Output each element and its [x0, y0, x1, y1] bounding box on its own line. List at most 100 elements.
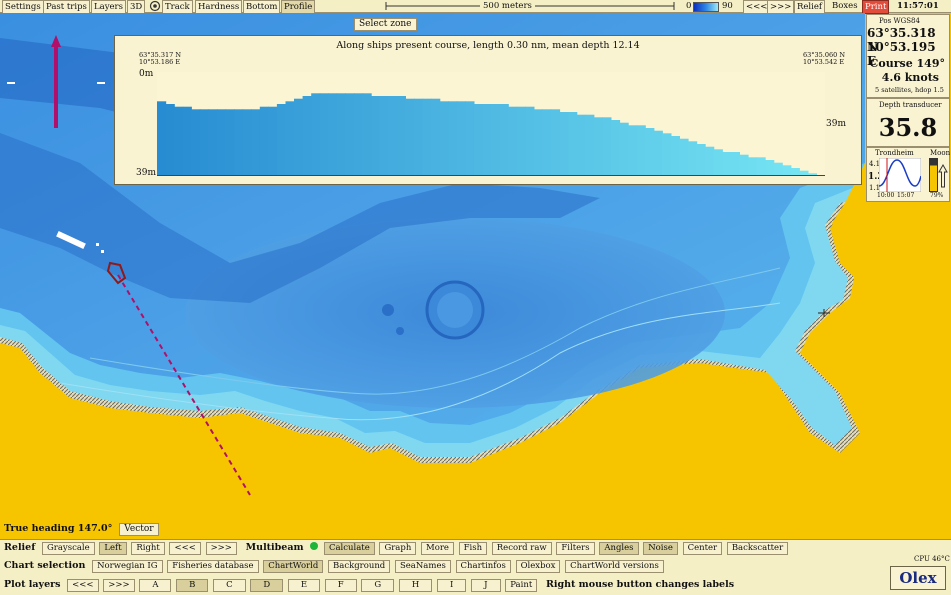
profile-depth-bar [747, 157, 758, 176]
track-icon[interactable] [147, 0, 163, 12]
chart-background[interactable]: Background [328, 560, 391, 573]
hardness-button[interactable]: Hardness [195, 0, 243, 14]
layer-b-button[interactable]: B [176, 579, 209, 592]
profile-depth-bar [319, 93, 329, 176]
chart-olexbox[interactable]: Olexbox [515, 560, 561, 573]
profile-depth-bar [782, 165, 792, 176]
noise-button[interactable]: Noise [643, 542, 678, 555]
profile-depth-bar [165, 104, 175, 176]
print-button[interactable]: Print [862, 0, 890, 14]
profile-depth-bar [362, 93, 372, 176]
relief-next-button[interactable]: >>> [205, 542, 237, 555]
vector-button[interactable]: Vector [119, 523, 159, 536]
layer-e-button[interactable]: E [287, 579, 321, 592]
depth-profile-panel: Along ships present course, length 0.30 … [114, 35, 862, 185]
layer-f-button[interactable]: F [324, 579, 357, 592]
scale-label: 500 meters [480, 0, 535, 12]
depth-min-label: 0 [686, 1, 692, 11]
layer-h-button[interactable]: H [398, 579, 433, 592]
profile-depth-bar [465, 101, 475, 176]
chart-chartworld[interactable]: ChartWorld [263, 560, 324, 573]
speed-value: 4.6 knots [881, 71, 939, 84]
right-button[interactable]: Right [131, 542, 165, 555]
depth-color-scale[interactable] [693, 0, 719, 12]
profile-depth-bar [765, 160, 775, 176]
profile-depth-bar [311, 93, 321, 176]
filters-button[interactable]: Filters [556, 542, 595, 555]
relief-row-label: Relief [4, 542, 36, 553]
profile-depth-bar [294, 98, 304, 176]
profile-depth-bar [730, 152, 740, 176]
profile-depth-bar [259, 106, 269, 176]
plot-next-button[interactable]: >>> [103, 579, 135, 592]
grayscale-button[interactable]: Grayscale [42, 542, 95, 555]
settings-button[interactable]: Settings [2, 0, 44, 14]
profile-depth-bar [413, 98, 424, 176]
angles-button[interactable]: Angles [599, 542, 639, 555]
calculate-button[interactable]: Calculate [323, 542, 375, 555]
relief-prev-button[interactable]: <<< [169, 542, 201, 555]
profile-depth-bar [191, 109, 201, 176]
profile-button[interactable]: Profile [281, 0, 316, 14]
chart-chartworld-versions[interactable]: ChartWorld versions [565, 560, 664, 573]
profile-depth-bar [653, 130, 663, 176]
chart-seanames[interactable]: SeaNames [394, 560, 451, 573]
relief-button[interactable]: Relief [794, 0, 826, 14]
paint-button[interactable]: Paint [505, 579, 538, 592]
profile-depth-bar [302, 96, 312, 176]
profile-depth-bar [225, 109, 235, 176]
layer-d-button[interactable]: D [250, 579, 284, 592]
olex-logo: Olex [890, 566, 946, 590]
left-button[interactable]: Left [99, 542, 127, 555]
profile-depth-bar [576, 114, 586, 176]
profile-depth-bar [456, 101, 466, 176]
layer-c-button[interactable]: C [213, 579, 246, 592]
layer-g-button[interactable]: G [361, 579, 395, 592]
boxes-button[interactable]: Boxes [830, 0, 860, 12]
select-zone-button[interactable]: Select zone [354, 18, 417, 31]
depth-max-label: 90 [722, 1, 733, 11]
profile-depth-bar [388, 96, 398, 176]
position-header: Pos WGS84 [879, 17, 920, 25]
profile-depth-bar [773, 162, 783, 176]
profile-depth-bar [550, 109, 561, 176]
layer-i-button[interactable]: I [437, 579, 467, 592]
cpu-temperature: CPU 46°C [914, 555, 950, 563]
track-button[interactable]: Track [162, 0, 193, 14]
plot-layers-label: Plot layers [4, 579, 61, 590]
past-trips-button[interactable]: Past trips [43, 0, 90, 14]
more-button[interactable]: More [421, 542, 454, 555]
profile-depth-bar [242, 109, 252, 176]
backscatter-button[interactable]: Backscatter [726, 542, 789, 555]
profile-depth-bar [559, 112, 569, 176]
chart-chartinfos[interactable]: Chartinfos [455, 560, 511, 573]
layer-j-button[interactable]: J [471, 579, 501, 592]
graph-button[interactable]: Graph [379, 542, 417, 555]
profile-depth-bar [533, 109, 543, 176]
layer-a-button[interactable]: A [139, 579, 172, 592]
heading-row: True heading 147.0° Vector [4, 522, 161, 536]
center-button[interactable]: Center [682, 542, 723, 555]
profile-depth-bar [756, 157, 766, 176]
profile-depth-bar [585, 114, 595, 176]
profile-depth-bar [285, 101, 295, 176]
depth-value: 35.8 [878, 113, 938, 142]
tide-time-left: 10:00 [877, 192, 895, 199]
profile-depth-bar [722, 152, 732, 176]
chart-norwegian-ig[interactable]: Norwegian IG [92, 560, 163, 573]
bottom-button[interactable]: Bottom [243, 0, 281, 14]
3d-button[interactable]: 3D [127, 0, 146, 14]
chart-fisheries-database[interactable]: Fisheries database [167, 560, 259, 573]
plot-prev-button[interactable]: <<< [67, 579, 99, 592]
fish-button[interactable]: Fish [458, 542, 488, 555]
chart-selection-label: Chart selection [4, 560, 86, 571]
nav-right-button[interactable]: >>> [767, 0, 795, 14]
profile-depth-bar [568, 112, 578, 176]
profile-depth-bar [679, 138, 689, 176]
record-raw-button[interactable]: Record raw [491, 542, 552, 555]
layers-button[interactable]: Layers [91, 0, 126, 14]
position-panel: Pos WGS84 63°35.318 N 10°53.195 E Course… [866, 14, 950, 98]
profile-bottom-depth: 39m [136, 168, 156, 178]
profile-depth-bar [696, 144, 706, 176]
tide-panel: Trondheim Moon 4.1 1.2 1.1 10:00 15:07 7… [866, 147, 950, 202]
